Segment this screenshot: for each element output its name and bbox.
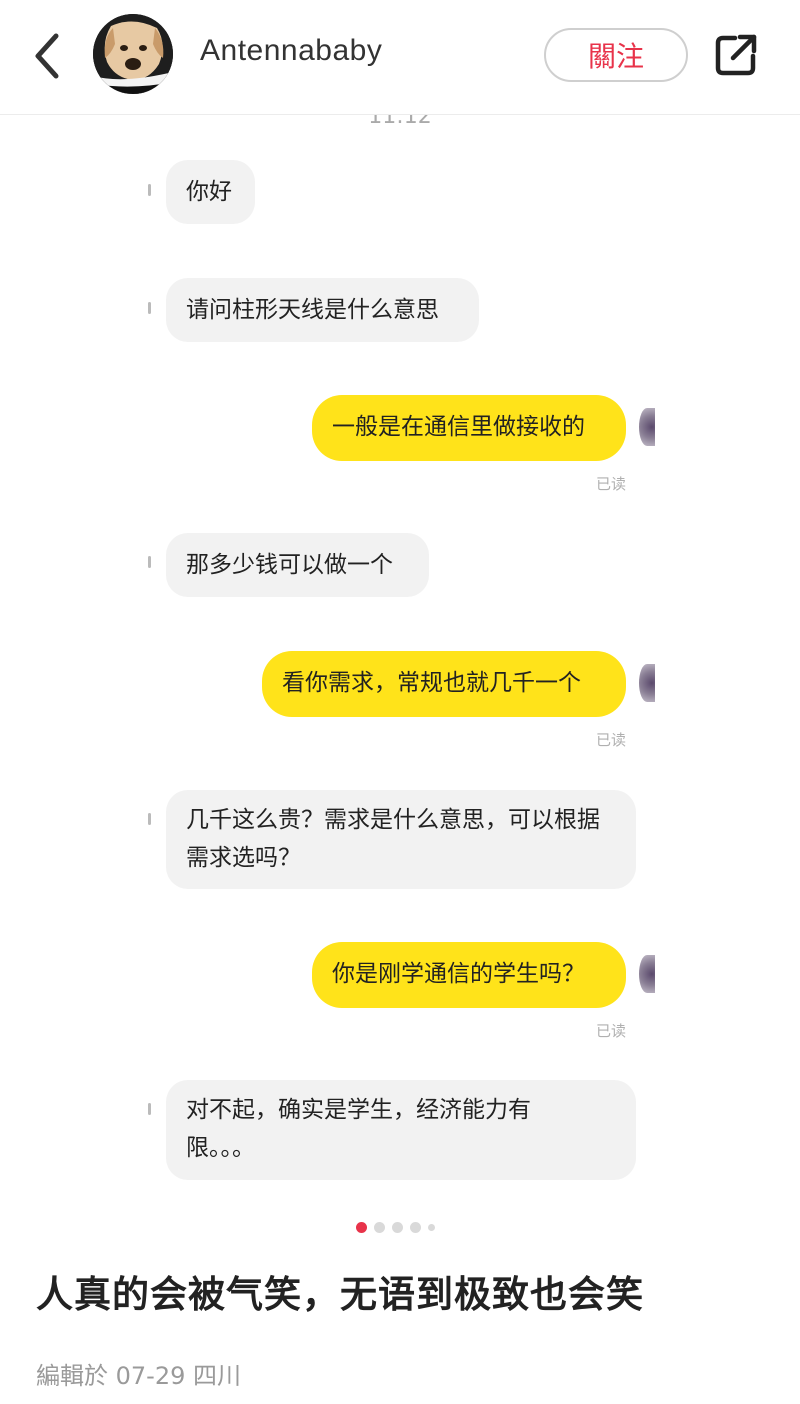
top-bar: Antennababy 關注 xyxy=(0,0,800,115)
sent-message[interactable]: 看你需求，常规也就几千一个 xyxy=(262,651,626,717)
pager-dot[interactable] xyxy=(428,1224,435,1231)
chat-area: 你好 请问柱形天线是什么意思 一般是在通信里做接收的 已读 那多少钱可以做一个 … xyxy=(0,115,800,1205)
chevron-left-icon[interactable] xyxy=(28,30,68,82)
self-avatar-partial xyxy=(639,664,655,702)
avatar[interactable] xyxy=(93,14,173,94)
username[interactable]: Antennababy xyxy=(200,34,382,68)
pager-dot[interactable] xyxy=(374,1222,385,1233)
read-status: 已读 xyxy=(596,731,627,749)
post-meta: 編輯於 07-29 四川 xyxy=(36,1362,241,1390)
message-marker xyxy=(148,302,151,314)
message-marker xyxy=(148,184,151,196)
self-avatar-partial xyxy=(639,408,655,446)
sent-message[interactable]: 你是刚学通信的学生吗？ xyxy=(312,942,626,1008)
pager-dot[interactable] xyxy=(392,1222,403,1233)
received-message[interactable]: 你好 xyxy=(166,160,255,224)
post-title: 人真的会被气笑，无语到极致也会笑 xyxy=(36,1273,644,1316)
message-marker xyxy=(148,556,151,568)
message-marker xyxy=(148,1103,151,1115)
image-pager[interactable] xyxy=(356,1222,435,1233)
read-status: 已读 xyxy=(596,1022,627,1040)
received-message[interactable]: 那多少钱可以做一个 xyxy=(166,533,429,597)
pager-dot[interactable] xyxy=(410,1222,421,1233)
message-marker xyxy=(148,813,151,825)
self-avatar-partial xyxy=(639,955,655,993)
received-message[interactable]: 几千这么贵？需求是什么意思，可以根据需求选吗？ xyxy=(166,790,636,889)
follow-button[interactable]: 關注 xyxy=(544,28,688,82)
share-external-icon[interactable] xyxy=(713,32,759,78)
sent-message[interactable]: 一般是在通信里做接收的 xyxy=(312,395,626,461)
read-status: 已读 xyxy=(596,475,627,493)
received-message[interactable]: 请问柱形天线是什么意思 xyxy=(166,278,479,342)
received-message[interactable]: 对不起，确实是学生，经济能力有限。。。 xyxy=(166,1080,636,1180)
pager-dot[interactable] xyxy=(356,1222,367,1233)
